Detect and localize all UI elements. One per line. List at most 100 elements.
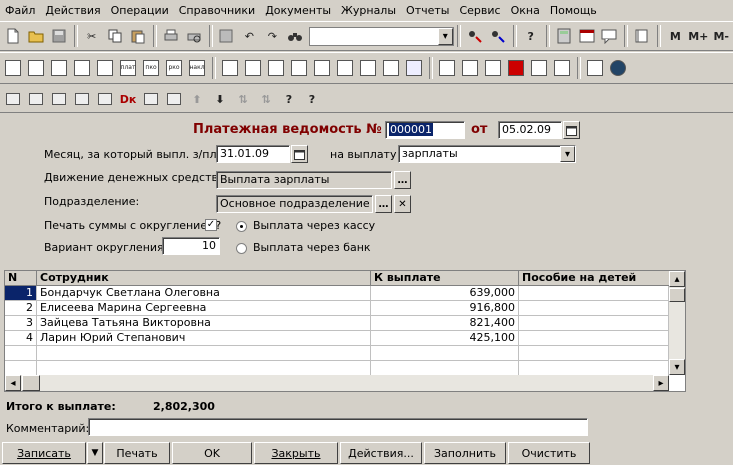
table-cell-empty[interactable] [37, 361, 371, 376]
find-next-icon[interactable] [464, 25, 486, 47]
table-cell-empty[interactable] [5, 346, 37, 361]
row-copy-icon[interactable] [71, 88, 93, 110]
table-cell[interactable]: 1 [5, 286, 37, 301]
table-cell[interactable] [519, 286, 669, 301]
text-icon[interactable] [334, 57, 356, 79]
rounding-variant-field[interactable]: 10 [162, 237, 220, 255]
horizontal-scrollbar[interactable]: ◂ ▸ [5, 375, 669, 391]
menu-item[interactable]: Сервис [454, 0, 505, 21]
table-cell[interactable]: Бондарчук Светлана Олеговна [37, 286, 371, 301]
directory-icon[interactable] [25, 57, 47, 79]
pko-icon[interactable]: пко [140, 57, 162, 79]
properties-icon[interactable] [216, 25, 238, 47]
select-button[interactable]: … [394, 171, 411, 189]
print-preview-icon[interactable] [183, 25, 205, 47]
table-cell-empty[interactable] [371, 346, 519, 361]
grid-icon[interactable] [265, 57, 287, 79]
nakl-icon[interactable]: накл [186, 57, 208, 79]
filter-icon[interactable] [94, 57, 116, 79]
context-help-icon[interactable]: ? [301, 88, 323, 110]
calendar-icon[interactable] [291, 145, 308, 163]
copy-icon[interactable] [104, 25, 126, 47]
doc-icon[interactable] [357, 57, 379, 79]
row-add-icon[interactable] [25, 88, 47, 110]
search-combo[interactable]: ▾ [309, 26, 454, 46]
save-button[interactable]: Записать [2, 442, 86, 464]
help-icon[interactable]: ? [520, 25, 542, 47]
memory-minus-button[interactable]: M- [710, 25, 732, 47]
report-icon[interactable] [242, 57, 264, 79]
menu-item[interactable]: Документы [260, 0, 336, 21]
menu-item[interactable]: Операции [106, 0, 174, 21]
clear-x-icon[interactable]: ✕ [394, 195, 411, 213]
chevron-down-icon[interactable]: ▾ [560, 146, 575, 162]
calendar-icon[interactable] [576, 25, 598, 47]
col-header-n[interactable]: N [5, 271, 37, 286]
table-icon[interactable] [288, 57, 310, 79]
comment-field[interactable] [88, 418, 588, 436]
doc-date-field[interactable]: 05.02.09 [498, 121, 562, 139]
doc-icon[interactable] [380, 57, 402, 79]
doc-number-field[interactable]: 000001 [385, 121, 465, 139]
cashflow-field[interactable]: Выплата зарплаты [216, 171, 392, 189]
delete-doc-icon[interactable] [71, 57, 93, 79]
table-cell[interactable]: 425,100 [371, 331, 519, 346]
info-icon[interactable] [528, 57, 550, 79]
calculator-icon[interactable] [553, 25, 575, 47]
find-prev-icon[interactable] [487, 25, 509, 47]
col-header-benefit[interactable]: Пособие на детей [519, 271, 671, 286]
book-icon[interactable] [631, 25, 653, 47]
vertical-scrollbar[interactable]: ▴ ▾ [669, 271, 685, 375]
menu-item[interactable]: Действия [40, 0, 105, 21]
table-cell[interactable]: 3 [5, 316, 37, 331]
paste-icon[interactable] [127, 25, 149, 47]
scroll-thumb[interactable] [22, 375, 40, 391]
debit-credit-icon[interactable]: Dк [117, 88, 139, 110]
menu-item[interactable]: Справочники [174, 0, 260, 21]
pay-cash-radio[interactable] [236, 221, 247, 232]
alert-icon[interactable] [505, 57, 527, 79]
memory-plus-button[interactable]: M+ [687, 25, 709, 47]
scroll-right-icon[interactable]: ▸ [653, 375, 669, 391]
chevron-down-icon[interactable]: ▾ [437, 27, 453, 45]
sort-desc-icon[interactable]: ⇅ [255, 88, 277, 110]
row-insert-icon[interactable] [163, 88, 185, 110]
table-new-icon[interactable] [2, 88, 24, 110]
memory-button[interactable]: M [664, 25, 686, 47]
select-button[interactable]: … [375, 195, 392, 213]
arrow-down-icon[interactable]: ⬇ [209, 88, 231, 110]
col-header-employee[interactable]: Сотрудник [37, 271, 371, 286]
clear-button[interactable]: Очистить [508, 442, 590, 464]
table-cell-empty[interactable] [371, 361, 519, 376]
menu-item[interactable]: Отчеты [401, 0, 454, 21]
scroll-down-icon[interactable]: ▾ [669, 359, 685, 375]
redo-icon[interactable]: ↷ [261, 25, 283, 47]
chat-icon[interactable] [599, 25, 621, 47]
table-cell[interactable]: Ларин Юрий Степанович [37, 331, 371, 346]
doc-delete-icon[interactable] [94, 88, 116, 110]
pay-icon[interactable] [482, 57, 504, 79]
row-edit-icon[interactable] [140, 88, 162, 110]
row-delete-icon[interactable] [48, 88, 70, 110]
scroll-thumb[interactable] [669, 288, 685, 302]
col-header-amount[interactable]: К выплате [371, 271, 519, 286]
table-cell[interactable]: 4 [5, 331, 37, 346]
table-cell[interactable] [519, 316, 669, 331]
actions-button[interactable]: Действия... [340, 442, 422, 464]
menu-item[interactable]: Помощь [545, 0, 602, 21]
cut-icon[interactable]: ✂ [81, 25, 103, 47]
user-icon[interactable] [459, 57, 481, 79]
print-rounding-checkbox[interactable]: ✓ [205, 219, 217, 231]
rko-icon[interactable]: рко [163, 57, 185, 79]
import-icon[interactable] [551, 57, 573, 79]
sort-asc-icon[interactable]: ⇅ [232, 88, 254, 110]
table-cell-empty[interactable] [5, 361, 37, 376]
table-cell[interactable] [519, 331, 669, 346]
table-cell[interactable]: 916,800 [371, 301, 519, 316]
fill-button[interactable]: Заполнить [424, 442, 506, 464]
menu-item[interactable]: Окна [506, 0, 545, 21]
plat-icon[interactable]: плат [117, 57, 139, 79]
report-icon[interactable] [219, 57, 241, 79]
table-cell[interactable]: 821,400 [371, 316, 519, 331]
arrow-up-icon[interactable]: ⬆ [186, 88, 208, 110]
